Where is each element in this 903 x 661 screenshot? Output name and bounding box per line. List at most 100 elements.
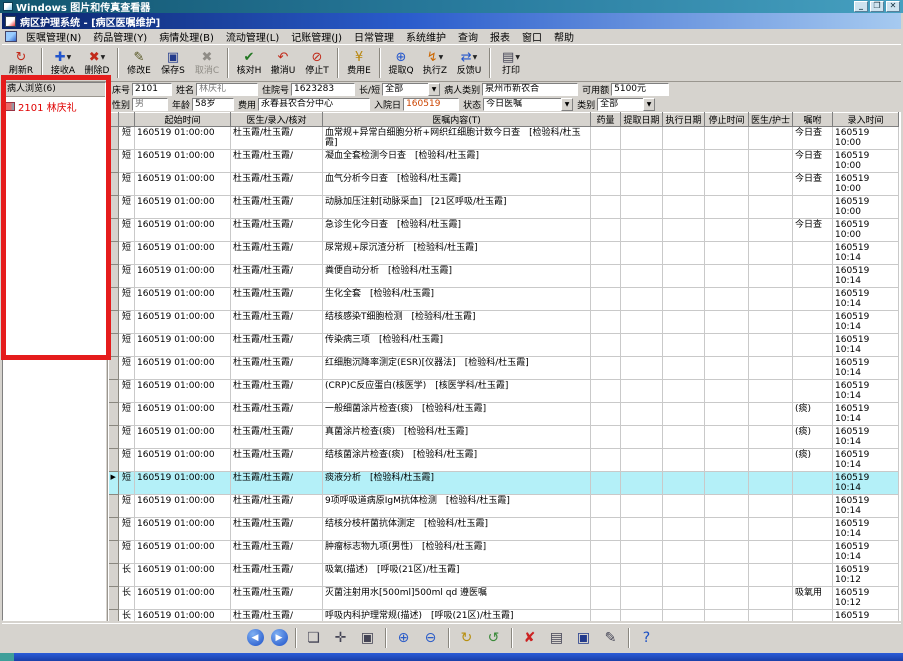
column-header[interactable]: 停止时间 [704,112,749,127]
order-row[interactable]: 短 160519 01:00:00 杜玉霞/杜玉霞/真菌涂片检查(痰) [检验科/杜… [108,425,899,449]
field-value[interactable]: 160519 [403,98,460,111]
help-button[interactable]: ? [637,628,657,648]
order-row[interactable]: 短 160519 01:00:00 杜玉霞/杜玉霞/生化全套 [检验科/杜玉霞] 16… [108,287,899,311]
field-combo[interactable]: 今日医嘱 ▼ [483,98,574,111]
modify-button[interactable]: ✎ 修改E [122,46,156,80]
menu-item-4[interactable]: 记账管理(J) [285,32,348,45]
patient-list-item[interactable]: 2101 林庆礼 [3,97,105,116]
print-button[interactable]: ▤ [547,628,567,648]
close-button[interactable]: ✕ [886,1,900,12]
zoom-out-button[interactable]: ⊖ [421,628,441,648]
extract-button[interactable]: ⊕ 提取Q [384,46,418,80]
field-combo[interactable]: 全部 ▼ [382,83,441,96]
delete-button[interactable]: ✖ ▼ 删除D [80,46,114,80]
save-button[interactable]: ▣ 保存S [156,46,190,80]
order-row[interactable]: 短 160519 01:00:00 杜玉霞/杜玉霞/红细胞沉降率测定(ESR)[仪器… [108,356,899,380]
next-image-button[interactable]: ▶ [270,629,288,646]
rotate-counterclockwise-button[interactable]: ↺ [484,628,504,648]
column-header[interactable]: 医生/录入/核对 [230,112,323,127]
column-header[interactable] [118,112,135,127]
column-header[interactable]: 起始时间 [134,112,231,127]
stop-button[interactable]: ⊘ 停止T [300,46,334,80]
order-row[interactable]: 短 160519 01:00:00 杜玉霞/杜玉霞/结核分枝杆菌抗体测定 [检验科/… [108,517,899,541]
order-row[interactable]: 短 160519 01:00:00 杜玉霞/杜玉霞/结核感染T细胞检测 [检验科/杜… [108,310,899,334]
column-header[interactable] [108,112,119,127]
actual-size-button[interactable]: ✛ [331,628,351,648]
taskbar[interactable] [0,653,903,661]
order-row[interactable]: 短 160519 01:00:00 杜玉霞/杜玉霞/粪便自动分析 [检验科/杜玉霞]… [108,264,899,288]
field-value[interactable]: 58岁 [192,98,235,111]
delete-button[interactable]: ✘ [520,628,540,648]
column-header[interactable]: 医嘱内容(T) [322,112,591,127]
field-value[interactable]: 男 [132,98,169,111]
previous-image-button[interactable]: ◀ [246,629,264,646]
restore-button[interactable]: ❐ [870,1,884,12]
column-header[interactable]: 药量 [590,112,621,127]
rotate-clockwise-button[interactable]: ↻ [457,628,477,648]
undo-button[interactable]: ↶ 撤消U [266,46,300,80]
dropdown-icon[interactable]: ▼ [101,54,106,61]
order-row[interactable]: 短 160519 01:00:00 杜玉霞/杜玉霞/传染病三项 [检验科/杜玉霞] 1… [108,333,899,357]
order-row[interactable]: 短 160519 01:00:00 杜玉霞/杜玉霞/结核菌涂片检查(痰) [检验科/… [108,448,899,472]
order-row[interactable]: 短 160519 01:00:00 杜玉霞/杜玉霞/血气分析今日查 [检验科/杜玉霞… [108,172,899,196]
cancel-button[interactable]: ✖ 取消C [190,46,224,80]
column-header[interactable]: 录入时间 [832,112,899,127]
order-row[interactable]: 短 160519 01:00:00 杜玉霞/杜玉霞/9项呼吸道病原IgM抗体检测 [… [108,494,899,518]
receive-button[interactable]: ✚ ▼ 接收A [46,46,80,80]
dropdown-icon[interactable]: ▼ [67,54,72,61]
field-combo[interactable]: 全部 ▼ [597,98,656,111]
chevron-down-icon[interactable]: ▼ [643,98,656,111]
chevron-down-icon[interactable]: ▼ [561,98,574,111]
dropdown-icon[interactable]: ▼ [439,54,444,61]
patient-browser-header: 病人浏览(6) [3,83,105,97]
menu-item-6[interactable]: 系统维护 [400,32,452,45]
order-row[interactable]: 短 160519 01:00:00 杜玉霞/杜玉霞/凝血全套检测今日查 [检验科/杜… [108,149,899,173]
column-header[interactable]: 执行日期 [662,112,705,127]
chevron-down-icon[interactable]: ▼ [428,83,441,96]
menu-item-5[interactable]: 日常管理 [348,32,400,45]
refresh-button[interactable]: ↻ 刷新R [4,46,38,80]
menu-item-2[interactable]: 病情处理(B) [153,32,220,45]
menu-item-7[interactable]: 查询 [452,32,484,45]
column-header[interactable]: 医生/护士 [748,112,793,127]
dropdown-icon[interactable]: ▼ [473,54,478,61]
field-value[interactable]: 永春县农合分中心 [258,98,371,111]
edit-button[interactable]: ✎ [601,628,621,648]
print-button[interactable]: ▤ ▼ 打印 [494,46,528,80]
menu-item-1[interactable]: 药品管理(Y) [87,32,153,45]
zoom-in-button[interactable]: ⊕ [394,628,414,648]
field-value[interactable]: 2101 [132,83,173,96]
slideshow-button[interactable]: ▣ [358,628,378,648]
column-header[interactable]: 嘱咐 [792,112,833,127]
minimize-button[interactable]: _ [854,1,868,12]
field-value[interactable]: 林庆礼 [196,83,259,96]
order-row[interactable]: 长 160519 01:00:00 杜玉霞/杜玉霞/灭菌注射用水[500ml]500… [108,586,899,610]
order-row[interactable]: 长 160519 01:00:00 杜玉霞/杜玉霞/吸氧(描述) [呼吸(21区)/… [108,563,899,587]
order-row[interactable]: 短 160519 01:00:00 杜玉霞/杜玉霞/一般细菌涂片检查(痰) [检验科… [108,402,899,426]
menu-item-0[interactable]: 医嘱管理(N) [20,32,87,45]
feedback-button[interactable]: ⇄ ▼ 反馈U [452,46,486,80]
field-value[interactable]: 5100元 [611,83,670,96]
dropdown-icon[interactable]: ▼ [515,54,520,61]
order-row[interactable]: 短 160519 01:00:00 杜玉霞/杜玉霞/尿常规+尿沉渣分析 [检验科/杜… [108,241,899,265]
execute-button[interactable]: ↯ ▼ 执行Z [418,46,452,80]
verify-button[interactable]: ✔ 核对H [232,46,266,80]
menu-item-10[interactable]: 帮助 [548,32,580,45]
menu-item-8[interactable]: 报表 [484,32,516,45]
order-row[interactable]: 短 160519 01:00:00 杜玉霞/杜玉霞/动脉加压注射[动脉采血] [21… [108,195,899,219]
order-row[interactable]: 短 160519 01:00:00 杜玉霞/杜玉霞/急诊生化今日查 [检验科/杜玉霞… [108,218,899,242]
order-row[interactable]: 短 160519 01:00:00 杜玉霞/杜玉霞/(CRP)C反应蛋白(核医学) … [108,379,899,403]
best-fit-button[interactable]: ❏ [304,628,324,648]
order-row[interactable]: ▶ 短 160519 01:00:00 杜玉霞/杜玉霞/痰液分析 [检验科/杜玉霞] 1… [108,471,899,495]
verify-icon-row: ✔ [244,50,255,66]
column-header[interactable]: 提取日期 [620,112,663,127]
fee-button[interactable]: ¥ 费用E [342,46,376,80]
field-value[interactable]: 1623283 [291,83,356,96]
order-row[interactable]: 长 160519 01:00:00 杜玉霞/杜玉霞/呼吸内科护理常规(描述) [呼吸… [108,609,899,621]
field-value[interactable]: 泉州市新农合 [482,83,579,96]
copy-to-button[interactable]: ▣ [574,628,594,648]
order-row[interactable]: 短 160519 01:00:00 杜玉霞/杜玉霞/肿瘤标志物九项(男性) [检验科… [108,540,899,564]
order-row[interactable]: 短 160519 01:00:00 杜玉霞/杜玉霞/血常规+异常白细胞分析+网织红细… [108,126,899,150]
menu-item-3[interactable]: 流动管理(L) [220,32,285,45]
menu-item-9[interactable]: 窗口 [516,32,548,45]
